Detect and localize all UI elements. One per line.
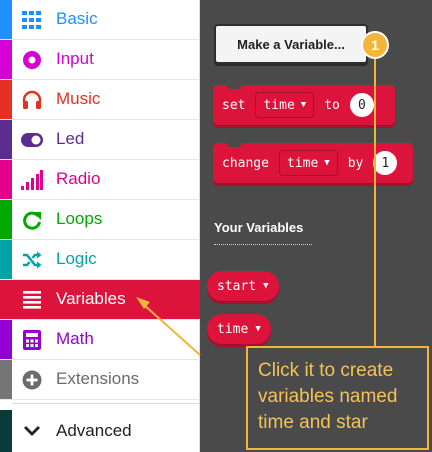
- callout-connector-line: [374, 56, 376, 346]
- category-label: Logic: [56, 249, 97, 268]
- variable-name: start: [217, 278, 257, 294]
- value-input[interactable]: 0: [349, 93, 374, 117]
- category-divider: [12, 403, 200, 404]
- dropdown-value: time: [286, 155, 319, 171]
- category-radio[interactable]: Radio: [0, 160, 200, 200]
- variable-dropdown[interactable]: time ▼: [278, 150, 338, 176]
- category-label: Music: [56, 89, 101, 108]
- variable-dropdown[interactable]: time ▼: [255, 92, 315, 118]
- dropdown-arrow-icon: ▼: [324, 158, 330, 168]
- block-keyword: by: [347, 155, 364, 171]
- step-badge: 1: [361, 31, 389, 59]
- category-color-bar: [0, 410, 12, 452]
- category-color-bar: [0, 360, 12, 399]
- category-label: Math: [56, 329, 94, 348]
- category-color-bar: [0, 80, 12, 119]
- grid-icon: [21, 9, 43, 31]
- set-variable-block[interactable]: set time ▼ to 0: [213, 85, 395, 125]
- block-notch: [227, 85, 241, 89]
- category-label: Led: [56, 129, 85, 148]
- category-led[interactable]: Led: [0, 120, 200, 160]
- instruction-tooltip: Click it to create variables named time …: [246, 346, 429, 450]
- shuffle-icon: [21, 249, 43, 271]
- category-input[interactable]: Input: [0, 40, 200, 80]
- chevron-down-icon: [21, 420, 43, 442]
- list-lines-icon: [21, 289, 43, 311]
- radio-target-icon: [21, 49, 43, 71]
- category-label: Loops: [56, 209, 103, 228]
- plus-circle-icon: [21, 369, 43, 391]
- dropdown-value: time: [263, 97, 295, 113]
- calculator-icon: [21, 329, 43, 351]
- category-basic[interactable]: Basic: [0, 0, 200, 40]
- category-logic[interactable]: Logic: [0, 240, 200, 280]
- variable-block-time[interactable]: time ▼: [207, 314, 271, 344]
- block-notch: [227, 143, 241, 147]
- category-color-bar: [0, 40, 12, 79]
- category-label: Extensions: [56, 369, 140, 388]
- change-variable-block[interactable]: change time ▼ by 1: [213, 143, 413, 183]
- section-divider: [214, 244, 312, 245]
- category-variables[interactable]: Variables: [0, 280, 200, 320]
- signal-bars-icon: [21, 169, 43, 191]
- category-color-bar: [0, 320, 12, 359]
- category-advanced[interactable]: Advanced: [0, 410, 200, 452]
- category-color-bar: [0, 200, 12, 239]
- value-input[interactable]: 1: [373, 151, 398, 175]
- category-label: Input: [56, 49, 94, 68]
- category-label: Radio: [56, 169, 101, 188]
- category-loops[interactable]: Loops: [0, 200, 200, 240]
- category-color-bar: [0, 240, 12, 279]
- block-keyword: change: [222, 155, 269, 171]
- dropdown-arrow-icon: ▼: [263, 281, 269, 291]
- block-keyword: to: [324, 97, 340, 113]
- variable-block-start[interactable]: start ▼: [207, 271, 279, 301]
- category-label: Basic: [56, 9, 98, 28]
- category-color-bar: [0, 120, 12, 159]
- dropdown-arrow-icon: ▼: [300, 100, 307, 110]
- loop-arrow-icon: [21, 209, 43, 231]
- headphones-icon: [21, 89, 43, 111]
- category-color-bar: [0, 160, 12, 199]
- dropdown-arrow-icon: ▼: [255, 324, 261, 334]
- category-color-bar: [0, 0, 12, 39]
- block-keyword: set: [222, 97, 246, 113]
- your-variables-heading: Your Variables: [214, 220, 304, 235]
- category-math[interactable]: Math: [0, 320, 200, 360]
- category-color-bar: [0, 280, 12, 319]
- toggle-icon: [21, 129, 43, 151]
- category-label: Advanced: [56, 421, 132, 440]
- category-sidebar: Basic Input Music Led Radio Loops Logic …: [0, 0, 200, 452]
- variable-name: time: [217, 321, 249, 337]
- category-music[interactable]: Music: [0, 80, 200, 120]
- category-extensions[interactable]: Extensions: [0, 360, 200, 400]
- make-variable-button[interactable]: Make a Variable...: [214, 24, 368, 64]
- category-label: Variables: [56, 289, 126, 308]
